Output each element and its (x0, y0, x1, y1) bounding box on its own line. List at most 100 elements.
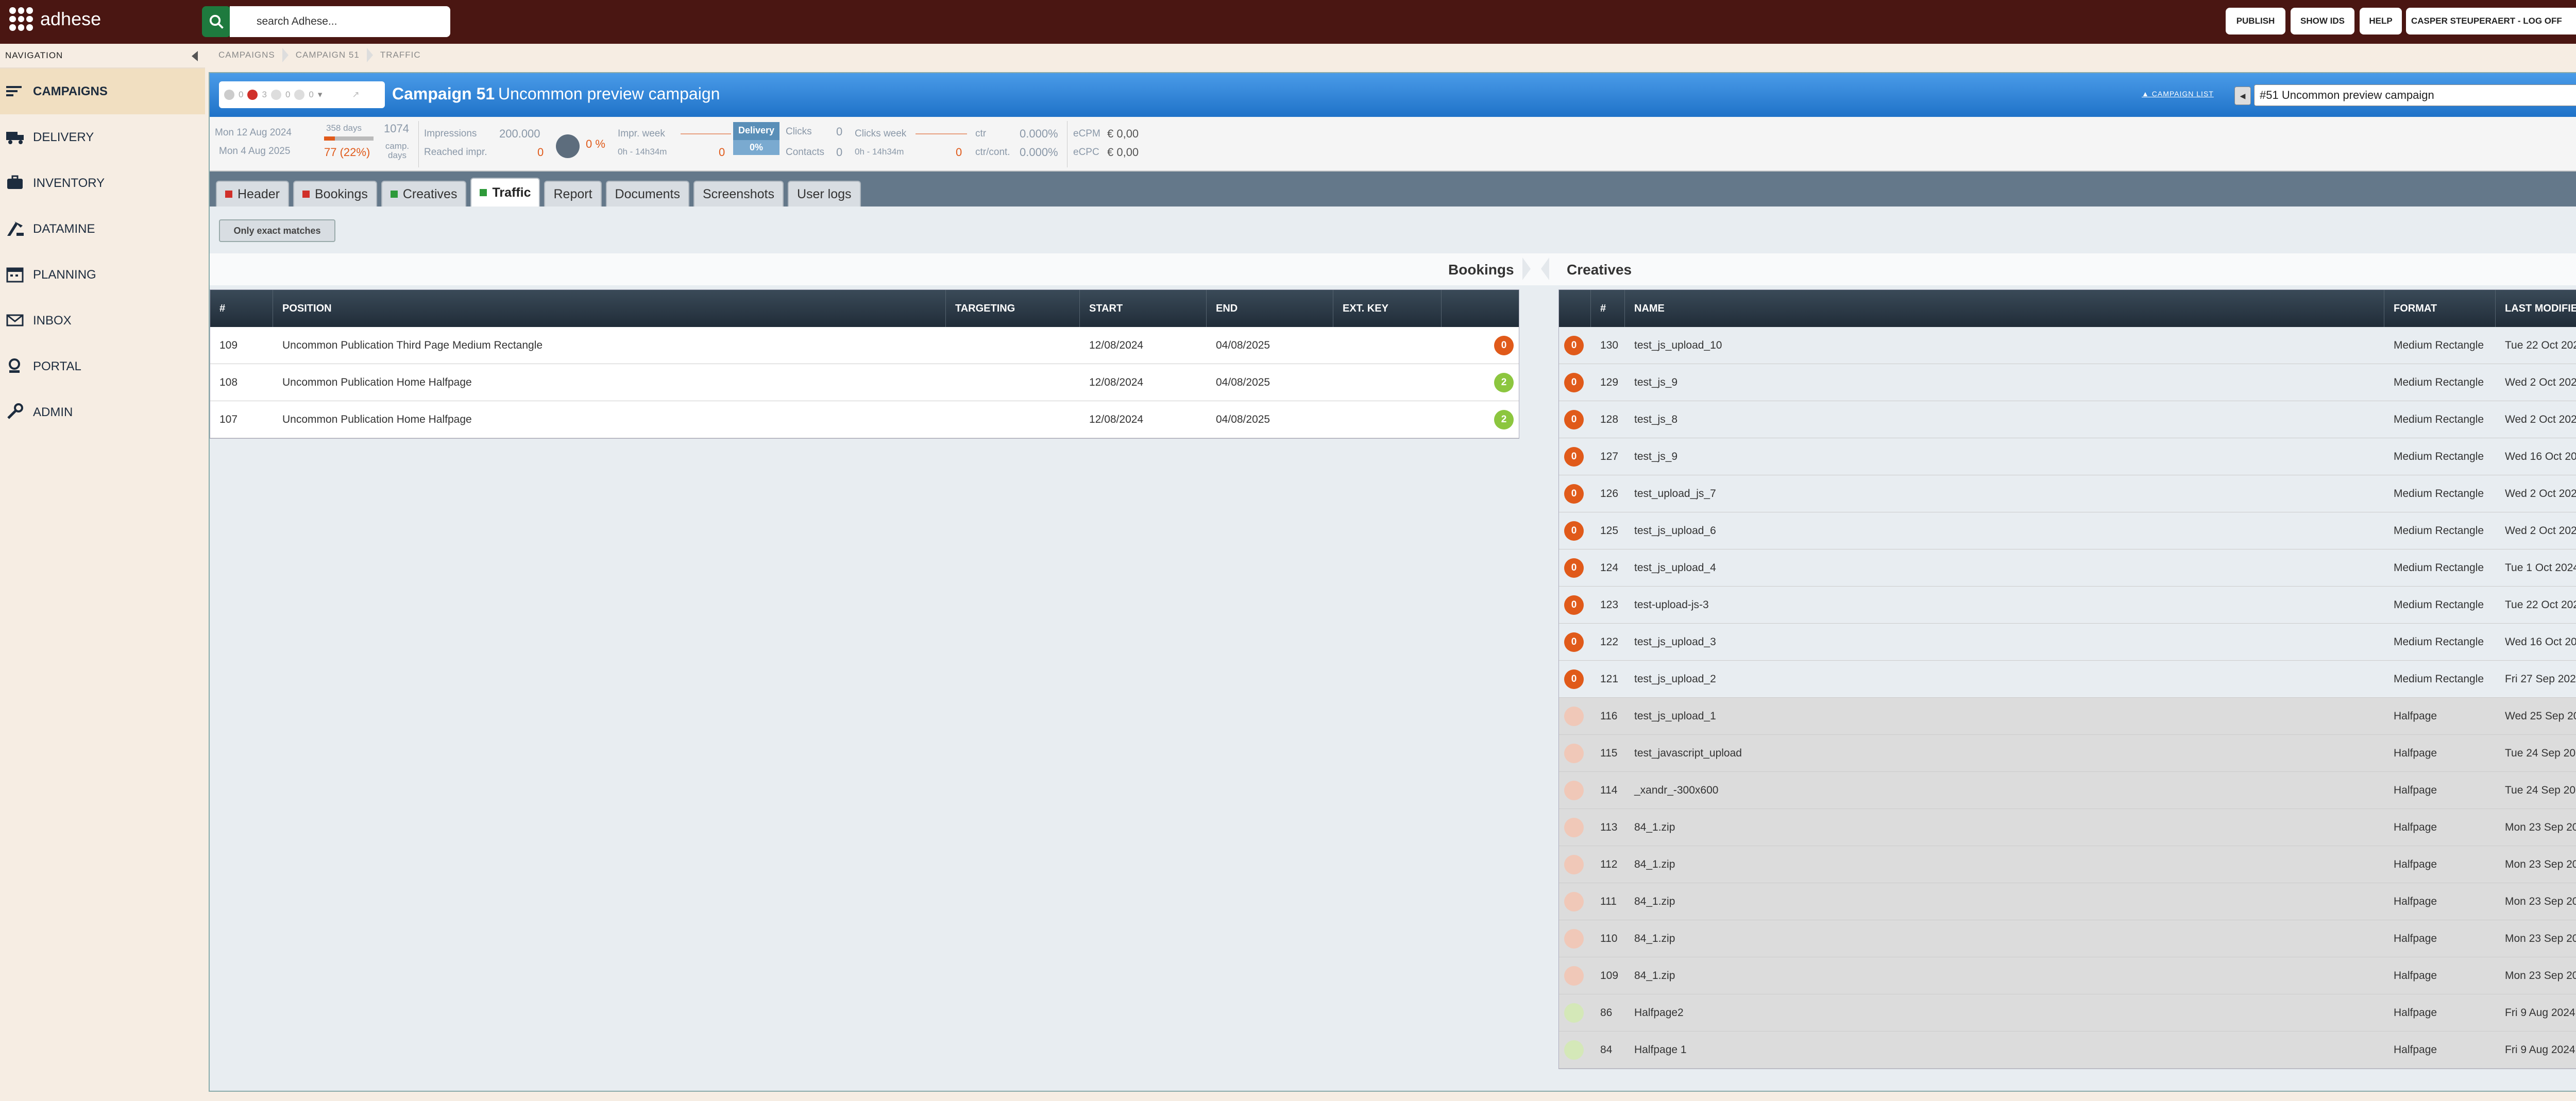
tab-documents[interactable]: Documents (605, 181, 689, 207)
status-dropdown-icon[interactable]: ▾ (318, 90, 323, 100)
creative-row[interactable]: 0 114 _xandr_-300x600 Halfpage Tue 24 Sep 20… (1559, 772, 2576, 809)
tab-screenshots[interactable]: Screenshots (693, 181, 784, 207)
creative-row[interactable]: 0 127 test_js_9 Medium Rectangle Wed 16 Oct … (1559, 438, 2576, 475)
user-menu[interactable]: CASPER STEUPERAERT - LOG OFF (2406, 8, 2576, 35)
creative-name[interactable]: 84_1.zip (1634, 846, 1675, 883)
creative-row[interactable]: 0 128 test_js_8 Medium Rectangle Wed 2 Oct 2… (1559, 401, 2576, 438)
creative-name[interactable]: test_upload_js_7 (1634, 475, 1716, 512)
booking-count-badge[interactable]: 2 (1564, 1040, 1584, 1060)
breadcrumb-campaigns[interactable]: CAMPAIGNS (211, 50, 282, 60)
creative-row[interactable]: 0 110 84_1.zip Halfpage Mon 23 Sep 2024 12:3… (1559, 920, 2576, 957)
tab-user-logs[interactable]: User logs (787, 181, 861, 207)
breadcrumb-traffic[interactable]: TRAFFIC (373, 50, 428, 60)
booking-count-badge[interactable]: 0 (1564, 744, 1584, 763)
creative-name[interactable]: test_js_8 (1634, 401, 1677, 438)
booking-count-badge[interactable]: 0 (1564, 781, 1584, 800)
booking-count-badge[interactable]: 0 (1564, 558, 1584, 578)
booking-count-badge[interactable]: 0 (1564, 410, 1584, 429)
booking-position[interactable]: Uncommon Publication Home Halfpage (282, 401, 472, 438)
creative-row[interactable]: 0 125 test_js_upload_6 Medium Rectangle Wed … (1559, 512, 2576, 549)
creative-name[interactable]: test_js_upload_10 (1634, 327, 1722, 364)
creative-row[interactable]: 0 116 test_js_upload_1 Halfpage Wed 25 Sep 2… (1559, 698, 2576, 735)
creative-row[interactable]: 0 109 84_1.zip Halfpage Mon 23 Sep 2024 11:0… (1559, 957, 2576, 994)
campaign-list-link[interactable]: ▲ CAMPAIGN LIST (2142, 90, 2214, 98)
only-exact-matches-button[interactable]: Only exact matches (219, 219, 335, 242)
creative-count-badge[interactable]: 2 (1494, 373, 1514, 392)
creative-row[interactable]: 0 111 84_1.zip Halfpage Mon 23 Sep 2024 13:0… (1559, 883, 2576, 920)
booking-count-badge[interactable]: 0 (1564, 595, 1584, 615)
search-input[interactable] (230, 6, 450, 37)
campaign-select[interactable]: #51 Uncommon preview campaign ▼ (2254, 84, 2576, 106)
tab-header[interactable]: Header (216, 181, 289, 207)
booking-row[interactable]: 109 Uncommon Publication Third Page Mediu… (210, 327, 1519, 364)
creative-name[interactable]: test-upload-js-3 (1634, 587, 1709, 624)
sidebar-item-portal[interactable]: PORTAL (0, 343, 205, 389)
booking-position[interactable]: Uncommon Publication Third Page Medium R… (282, 327, 543, 364)
creative-count-badge[interactable]: 0 (1494, 336, 1514, 355)
tab-traffic[interactable]: Traffic (470, 178, 540, 207)
booking-count-badge[interactable]: 0 (1564, 521, 1584, 541)
sidebar-item-datamine[interactable]: DATAMINE (0, 206, 205, 252)
col-header-ext-key[interactable]: EXT. KEY (1333, 290, 1442, 327)
creative-row[interactable]: 0 113 84_1.zip Halfpage Mon 23 Sep 2024 14:2… (1559, 809, 2576, 846)
booking-count-badge[interactable]: 0 (1564, 669, 1584, 689)
booking-count-badge[interactable]: 0 (1564, 818, 1584, 837)
booking-count-badge[interactable]: 0 (1564, 892, 1584, 911)
sidebar-item-inbox[interactable]: INBOX (0, 298, 205, 343)
creative-name[interactable]: test_js_upload_3 (1634, 624, 1716, 661)
collapse-arrow-icon[interactable] (192, 51, 198, 61)
booking-count-badge[interactable]: 0 (1564, 484, 1584, 504)
prev-campaign-button[interactable]: ◀ (2234, 87, 2251, 105)
creative-row[interactable]: 0 122 test_js_upload_3 Medium Rectangle Wed … (1559, 624, 2576, 661)
booking-count-badge[interactable]: 0 (1564, 632, 1584, 652)
col-header-end[interactable]: END (1207, 290, 1333, 327)
booking-count-badge[interactable]: 0 (1564, 447, 1584, 467)
booking-row[interactable]: 107 Uncommon Publication Home Halfpage 12/… (210, 401, 1519, 438)
sidebar-item-delivery[interactable]: DELIVERY (0, 114, 205, 160)
booking-count-badge[interactable]: 0 (1564, 336, 1584, 355)
creative-name[interactable]: _xandr_-300x600 (1634, 772, 1718, 809)
sidebar-item-admin[interactable]: ADMIN (0, 389, 205, 435)
creative-name[interactable]: test_javascript_upload (1634, 735, 1742, 772)
booking-position[interactable]: Uncommon Publication Home Halfpage (282, 364, 472, 401)
sidebar-item-planning[interactable]: PLANNING (0, 252, 205, 298)
booking-count-badge[interactable]: 0 (1564, 929, 1584, 949)
col-header-last-modified[interactable]: LAST MODIFIED (2496, 290, 2576, 327)
search-button[interactable] (202, 6, 231, 37)
creative-name[interactable]: 84_1.zip (1634, 883, 1675, 920)
creative-row[interactable]: 0 124 test_js_upload_4 Medium Rectangle Tue … (1559, 549, 2576, 587)
sidebar-item-inventory[interactable]: INVENTORY (0, 160, 205, 206)
col-header-name[interactable]: NAME (1625, 290, 2384, 327)
tab-bookings[interactable]: Bookings (293, 181, 377, 207)
col-header-format[interactable]: FORMAT (2384, 290, 2496, 327)
creative-name[interactable]: Halfpage 1 (1634, 1031, 1687, 1069)
creative-count-badge[interactable]: 2 (1494, 410, 1514, 429)
creative-row[interactable]: 0 129 test_js_9 Medium Rectangle Wed 2 Oct 2… (1559, 364, 2576, 401)
col-header-id[interactable]: # (210, 290, 273, 327)
status-widget[interactable]: 0 3 0 0 ▾ ↗ (219, 81, 385, 108)
creative-name[interactable]: test_js_9 (1634, 438, 1677, 475)
sidebar-item-campaigns[interactable]: CAMPAIGNS (0, 68, 205, 114)
col-header-id[interactable]: # (1591, 290, 1625, 327)
creative-row[interactable]: 2 84 Halfpage 1 Halfpage Fri 9 Aug 2024 14:1… (1559, 1031, 2576, 1069)
creative-row[interactable]: 0 112 84_1.zip Halfpage Mon 23 Sep 2024 14:0… (1559, 846, 2576, 883)
booking-row[interactable]: 108 Uncommon Publication Home Halfpage 12/… (210, 364, 1519, 401)
creative-name[interactable]: 84_1.zip (1634, 920, 1675, 957)
booking-count-badge[interactable]: 0 (1564, 707, 1584, 726)
booking-count-badge[interactable]: 0 (1564, 966, 1584, 986)
show-ids-button[interactable]: SHOW IDS (2291, 8, 2354, 35)
creative-name[interactable]: test_js_upload_4 (1634, 549, 1716, 587)
creative-name[interactable]: Halfpage2 (1634, 994, 1684, 1031)
col-header-position[interactable]: POSITION (273, 290, 946, 327)
col-header-targeting[interactable]: TARGETING (946, 290, 1080, 327)
creative-row[interactable]: 0 130 test_js_upload_10 Medium Rectangle Tue… (1559, 327, 2576, 364)
creative-row[interactable]: 2 86 Halfpage2 Halfpage Fri 9 Aug 2024 14:14 (1559, 994, 2576, 1031)
booking-count-badge[interactable]: 0 (1564, 855, 1584, 874)
creative-name[interactable]: test_js_upload_6 (1634, 512, 1716, 549)
tab-creatives[interactable]: Creatives (381, 181, 467, 207)
col-header-start[interactable]: START (1080, 290, 1207, 327)
creative-name[interactable]: 84_1.zip (1634, 957, 1675, 994)
creative-name[interactable]: 84_1.zip (1634, 809, 1675, 846)
creative-name[interactable]: test_js_9 (1634, 364, 1677, 401)
booking-count-badge[interactable]: 0 (1564, 373, 1584, 392)
